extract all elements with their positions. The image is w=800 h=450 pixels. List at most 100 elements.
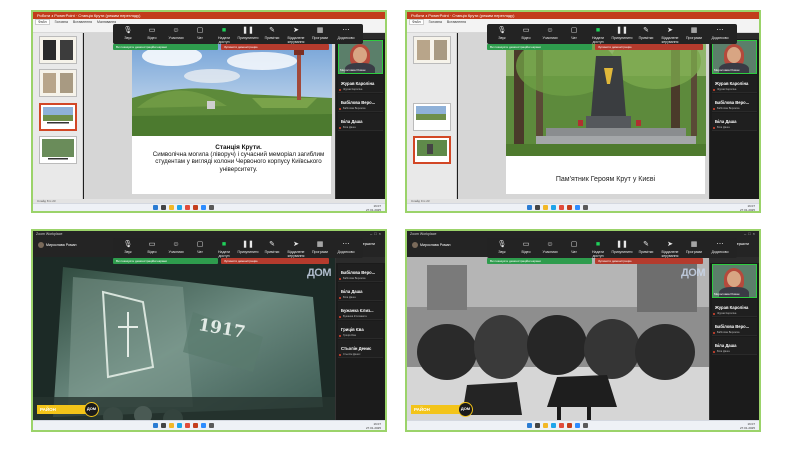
chrome-icon[interactable] — [185, 423, 190, 428]
annotate-button[interactable]: ✎ Примітки — [261, 240, 283, 254]
mic-button[interactable]: 🎙 Звук — [491, 26, 513, 40]
chrome-icon[interactable] — [559, 423, 564, 428]
video-button[interactable]: ▭ Відео — [141, 26, 163, 40]
ppt-tab-home[interactable]: Головна — [55, 20, 68, 24]
search-icon[interactable] — [535, 423, 540, 428]
zoom-icon[interactable] — [201, 205, 206, 210]
video-button[interactable]: ▭ Відео — [515, 240, 537, 254]
annotate-button[interactable]: ✎ Примітки — [261, 26, 283, 40]
window-controls[interactable]: –□× — [744, 231, 757, 236]
ppt-tab-insert[interactable]: Вставлення — [447, 20, 466, 24]
powerpoint-icon[interactable] — [193, 205, 198, 210]
start-icon[interactable] — [153, 423, 158, 428]
ppt-tab-file[interactable]: Файл — [35, 19, 50, 25]
search-icon[interactable] — [161, 423, 166, 428]
participant-tile[interactable]: Біла Даша Біла Даша — [712, 337, 757, 355]
powerpoint-icon[interactable] — [567, 205, 572, 210]
explorer-icon[interactable] — [543, 423, 548, 428]
annotate-button[interactable]: ✎ Примітки — [635, 26, 657, 40]
zoom-icon[interactable] — [575, 205, 580, 210]
participant-tile[interactable]: Бабілова Веро... Бабілова Вероніка — [338, 94, 383, 112]
stop-share-banner[interactable]: Зупинити демонстрацію — [595, 44, 703, 50]
zoom-icon[interactable] — [201, 423, 206, 428]
stop-share-banner[interactable]: Зупинити демонстрацію — [595, 258, 703, 264]
chrome-icon[interactable] — [185, 205, 190, 210]
start-icon[interactable] — [527, 423, 532, 428]
chat-button[interactable]: ▢ Чат — [189, 26, 211, 40]
chat-button[interactable]: ▢ Чат — [189, 240, 211, 254]
participants-button[interactable]: ☺ Учасники — [539, 26, 561, 40]
mic-button[interactable]: 🎙 Звук — [117, 240, 139, 254]
participants-button[interactable]: ☺ Учасники — [539, 240, 561, 254]
remote-control-button[interactable]: ➤ Віддалене керування — [285, 240, 307, 258]
pause-button[interactable]: ❚❚ Призупинити — [611, 240, 633, 254]
edge-icon[interactable] — [177, 205, 182, 210]
slide-editor[interactable]: Пам'ятник Героям Крут у Києві — [458, 33, 709, 199]
participant-tile[interactable]: Бабілова Веро... Бабілова Вероніка — [712, 318, 757, 336]
slide-thumbnail[interactable] — [39, 36, 77, 64]
stop-share-banner[interactable]: Зупинити демонстрацію — [221, 44, 329, 50]
explorer-icon[interactable] — [169, 205, 174, 210]
app-icon[interactable] — [583, 423, 588, 428]
chrome-icon[interactable] — [559, 205, 564, 210]
slide-thumbnail-selected[interactable] — [413, 136, 451, 164]
pause-button[interactable]: ❚❚ Призупинити — [237, 240, 259, 254]
participant-tile[interactable]: Гриців Єва Гриців Єва — [338, 321, 383, 339]
share-button[interactable]: ■ Надати доступ — [213, 26, 235, 44]
more-button[interactable]: ⋯ Додатково — [709, 26, 731, 40]
apps-button[interactable]: ▦ Програми — [309, 26, 331, 40]
participant-tile[interactable]: Стьопін Денис Стьопін Денис — [338, 340, 383, 358]
ppt-tab-insert[interactable]: Вставлення — [73, 20, 92, 24]
participant-tile[interactable]: Біла Даша Біла Даша — [338, 283, 383, 301]
edge-icon[interactable] — [177, 423, 182, 428]
chat-button[interactable]: ▢ Чат — [563, 26, 585, 40]
chat-button[interactable]: ▢ Чат — [563, 240, 585, 254]
clock[interactable]: 16:07 27.01.2025 — [740, 422, 755, 430]
apps-button[interactable]: ▦ Програми — [683, 26, 705, 40]
ppt-tab-home[interactable]: Головна — [429, 20, 442, 24]
explorer-icon[interactable] — [543, 205, 548, 210]
participant-tile[interactable]: Біла Даша Біла Даша — [338, 113, 383, 131]
share-button[interactable]: ■ Надати доступ — [587, 26, 609, 44]
participant-tile[interactable]: Бабілова Веро... Бабілова Вероніка — [712, 94, 757, 112]
participant-tile[interactable]: Журав Кароліна Журав Кароліна — [338, 75, 383, 93]
app-icon[interactable] — [209, 205, 214, 210]
video-button[interactable]: ▭ Відео — [515, 26, 537, 40]
participant-video-tile[interactable]: Мирослава Роман — [712, 40, 757, 74]
more-button[interactable]: ⋯ Додатково — [709, 240, 731, 254]
remote-control-button[interactable]: ➤ Віддалене керування — [285, 26, 307, 44]
participant-video-tile[interactable]: Мирослава Роман — [712, 264, 757, 298]
search-icon[interactable] — [161, 205, 166, 210]
participant-video-tile[interactable]: Мирослава Роман — [338, 40, 383, 74]
mic-button[interactable]: 🎙 Звук — [491, 240, 513, 254]
ppt-tab-file[interactable]: Файл — [409, 19, 424, 25]
stop-share-banner[interactable]: Зупинити демонстрацію — [221, 258, 329, 264]
slide-thumbnails-panel[interactable] — [33, 33, 83, 199]
powerpoint-icon[interactable] — [193, 423, 198, 428]
clock[interactable]: 16:07 27.01.2025 — [740, 204, 755, 211]
edge-icon[interactable] — [551, 423, 556, 428]
video-button[interactable]: ▭ Відео — [141, 240, 163, 254]
remote-control-button[interactable]: ➤ Віддалене керування — [659, 240, 681, 258]
start-icon[interactable] — [527, 205, 532, 210]
start-icon[interactable] — [153, 205, 158, 210]
search-icon[interactable] — [535, 205, 540, 210]
share-button[interactable]: ■ Надати доступ — [213, 240, 235, 258]
mic-button[interactable]: 🎙 Звук — [117, 26, 139, 40]
participant-tile[interactable]: Бужанка Єлиз... Бужанка Єлизавета — [338, 302, 383, 320]
more-button[interactable]: ⋯ Додатково — [335, 240, 357, 254]
slide-thumbnails-panel[interactable] — [407, 33, 457, 199]
powerpoint-icon[interactable] — [567, 423, 572, 428]
slide-editor[interactable]: Станція Крути. Символічна могила (лівору… — [84, 33, 335, 199]
participants-button[interactable]: ☺ Учасники — [165, 26, 187, 40]
participant-tile[interactable]: Журав Кароліна Журав Кароліна — [712, 299, 757, 317]
participant-tile[interactable]: Біла Даша Біла Даша — [712, 113, 757, 131]
app-icon[interactable] — [583, 205, 588, 210]
more-button[interactable]: ⋯ Додатково — [335, 26, 357, 40]
slide-thumbnail[interactable] — [413, 103, 451, 131]
apps-button[interactable]: ▦ Програми — [309, 240, 331, 254]
annotate-button[interactable]: ✎ Примітки — [635, 240, 657, 254]
clock[interactable]: 16:07 27.01.2025 — [366, 422, 381, 430]
pause-button[interactable]: ❚❚ Призупинити — [237, 26, 259, 40]
participants-button[interactable]: ☺ Учасники — [165, 240, 187, 254]
